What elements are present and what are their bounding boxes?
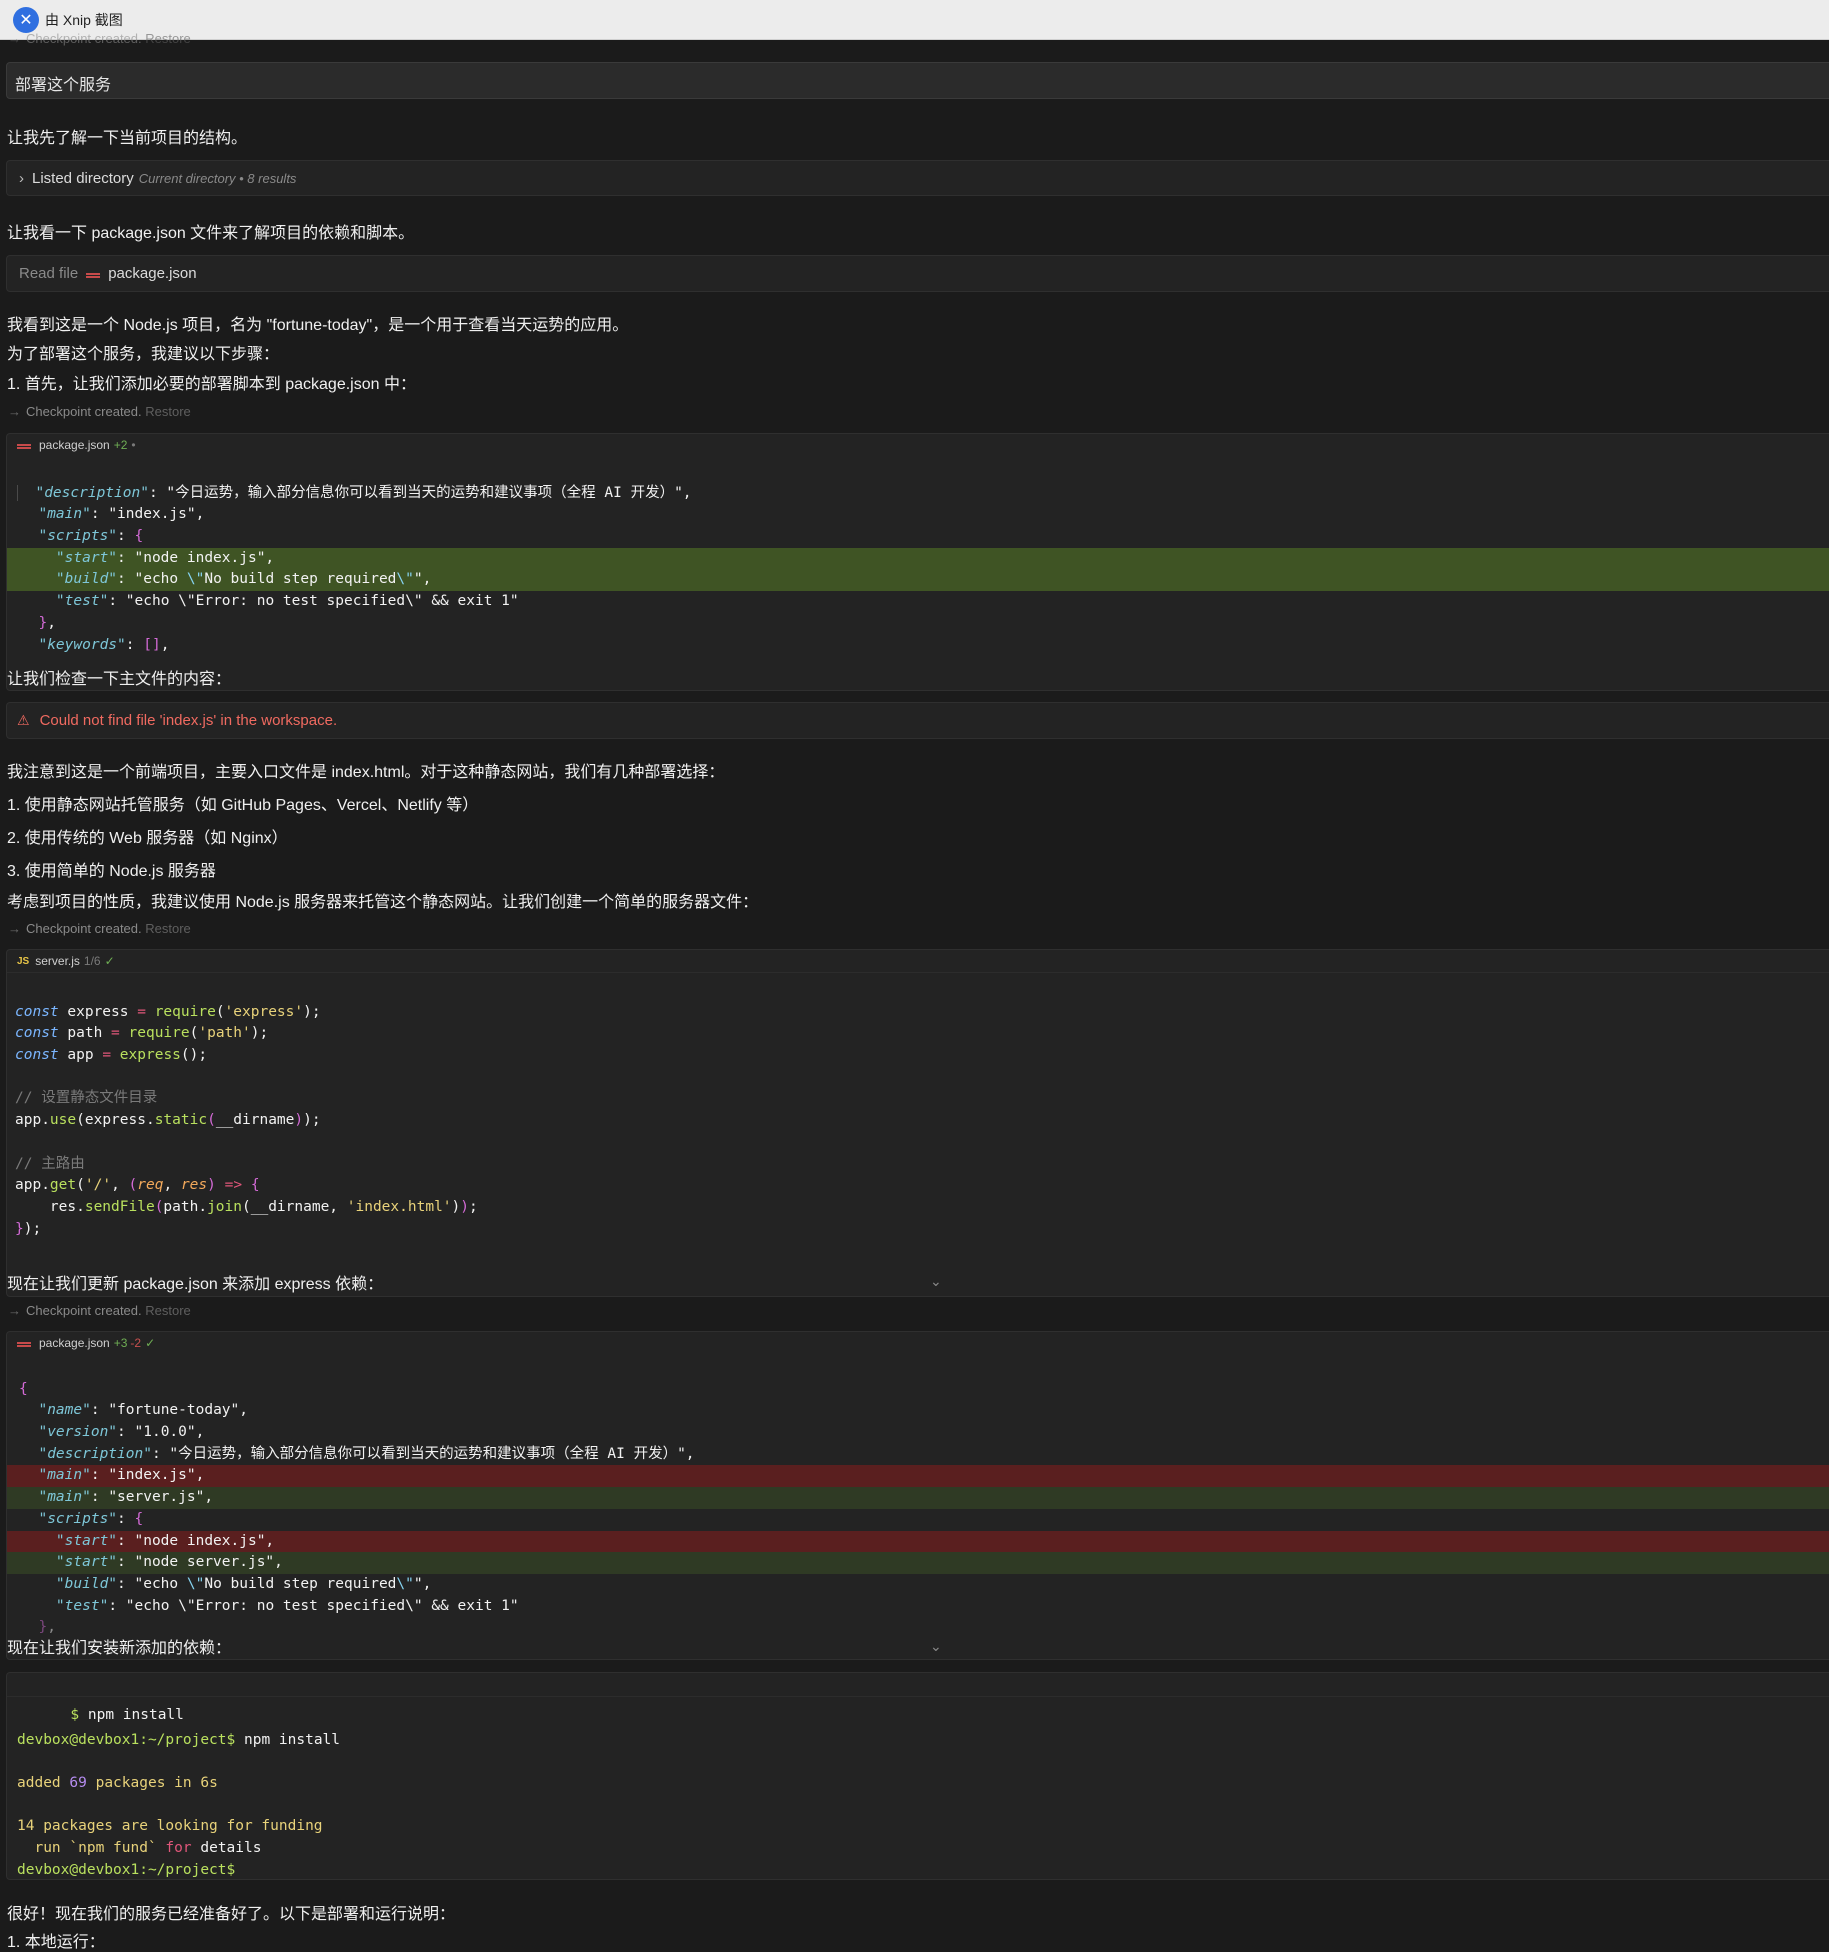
restore-link[interactable]: Restore [145,31,191,46]
removed-count: -2 [130,1336,142,1350]
arrow-icon: → [8,31,21,46]
error-box: ⚠ Could not find file 'index.js' in the … [6,702,1829,739]
file-name: package.json [39,1336,110,1350]
checkpoint-row: → Checkpoint created. Restore [8,404,191,419]
assistant-text: 3. 使用简单的 Node.js 服务器 [7,863,216,880]
checkpoint-row: → Checkpoint created. Restore [8,31,191,46]
status-dot: • [131,438,136,452]
read-file-label: Read file [19,265,79,282]
file-header[interactable]: package.json +3 -2 ✓ [7,1332,1829,1354]
window-titlebar: ✕ 由 Xnip 截图 [0,0,1829,40]
arrow-icon: → [8,404,21,419]
terminal-output: devbox@devbox1:~/project$ npm install add… [17,1731,341,1878]
tool-label: Listed directory [32,169,134,187]
file-name: package.json [39,438,110,452]
expand-chevron-icon[interactable]: ⌄ [930,1638,942,1655]
assistant-text: 1. 本地运行： [7,1934,105,1951]
restore-link[interactable]: Restore [145,921,191,936]
assistant-text: 为了部署这个服务，我建议以下步骤： [7,346,280,363]
terminal-block: $ npm install devbox@devbox1:~/project$ … [6,1672,1829,1880]
user-message-box: 部署这个服务 [6,62,1829,99]
assistant-text: 现在让我们更新 package.json 来添加 express 依赖： [7,1276,384,1293]
checkpoint-row: → Checkpoint created. Restore [8,921,191,936]
code-diff: "description": "今日运势，输入部分信息你可以看到当天的运势和建议… [7,461,1829,700]
error-text: Could not find file 'index.js' in the wo… [39,712,338,729]
window-title: 由 Xnip 截图 [45,11,123,28]
terminal-command: npm install [87,1707,184,1723]
package-file-icon [17,1342,31,1344]
assistant-text: 让我看一下 package.json 文件来了解项目的依赖和脚本。 [7,225,415,242]
user-message-text: 部署这个服务 [15,77,112,94]
warning-icon: ⚠ [17,712,30,728]
code-edit-block: JS server.js 1/6 ✓ const express = requi… [6,949,1829,1297]
added-count: +3 [113,1336,128,1350]
javascript-file-icon: JS [17,955,30,967]
expand-chevron-icon[interactable]: ⌄ [930,1273,942,1290]
code-diff: { "name": "fortune-today", "version": "1… [7,1357,1829,1682]
assistant-text: 我看到这是一个 Node.js 项目，名为 "fortune-today"，是一… [7,317,629,334]
code-edit-block: package.json +2 • "description": "今日运势，输… [6,433,1829,691]
checkpoint-row: → Checkpoint created. Restore [8,1303,191,1318]
file-name: server.js [35,954,80,968]
assistant-text: 很好！现在我们的服务已经准备好了。以下是部署和运行说明： [7,1906,456,1923]
assistant-text: 让我们检查一下主文件的内容： [7,671,232,688]
assistant-text: 1. 使用静态网站托管服务（如 GitHub Pages、Vercel、Netl… [7,797,479,814]
code-block: const express = require('express'); const… [15,1003,478,1237]
assistant-text: 考虑到项目的性质，我建议使用 Node.js 服务器来托管这个静态网站。让我们创… [7,894,759,911]
restore-link[interactable]: Restore [145,404,191,419]
tool-detail: Current directory • 8 results [138,170,297,186]
file-header[interactable]: package.json +2 • [7,434,1829,456]
dollar-sign-icon: $ [70,1707,80,1723]
read-file-tool[interactable]: Read file package.json [6,255,1829,292]
arrow-icon: → [8,1303,21,1318]
assistant-text: 现在让我们安装新添加的依赖： [7,1640,232,1657]
file-header[interactable]: JS server.js 1/6 ✓ [7,950,1829,973]
xnip-logo-icon: ✕ [13,6,39,33]
assistant-text: 1. 首先，让我们添加必要的部署脚本到 package.json 中： [7,376,416,393]
terminal-command-row: $ npm install [7,1673,1829,1723]
package-file-icon [86,272,101,275]
assistant-text: 2. 使用传统的 Web 服务器（如 Nginx） [7,830,288,847]
restore-link[interactable]: Restore [145,1303,191,1318]
check-icon: ✓ [104,954,115,968]
listed-directory-tool[interactable]: › Listed directory Current directory • 8… [6,160,1829,196]
assistant-text: 我注意到这是一个前端项目，主要入口文件是 index.html。对于这种静态网站… [7,764,725,781]
assistant-text: 让我先了解一下当前项目的结构。 [7,130,248,147]
check-icon: ✓ [145,1336,156,1350]
chevron-right-icon[interactable]: › [19,170,24,187]
code-edit-block: package.json +3 -2 ✓ { "name": "fortune-… [6,1331,1829,1660]
edit-counter: 1/6 [83,954,101,968]
added-count: +2 [113,438,128,452]
arrow-icon: → [8,921,21,936]
package-file-icon [17,444,31,446]
read-file-name: package.json [108,265,197,282]
